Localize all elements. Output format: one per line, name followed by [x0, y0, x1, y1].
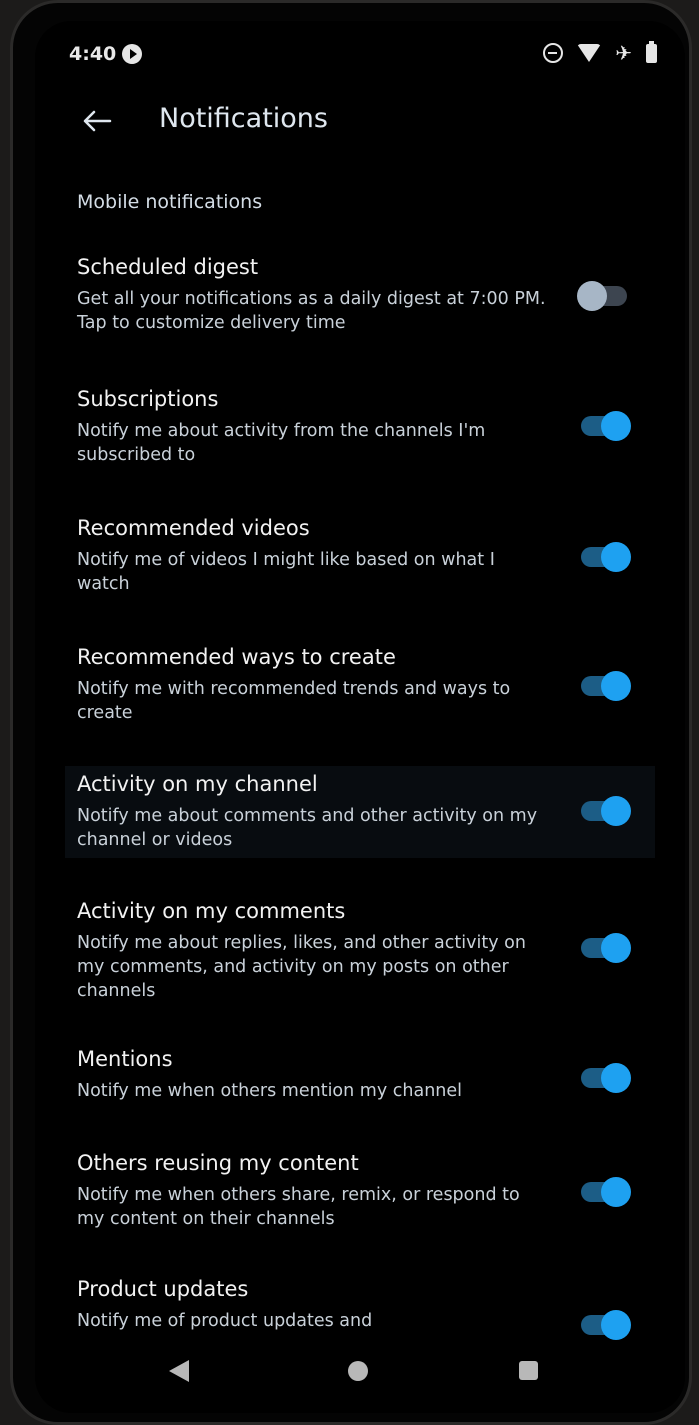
screen: 4:40 ✈ Notifications Mobile notification… — [35, 21, 685, 1413]
setting-description: Notify me of videos I might like based o… — [77, 550, 495, 594]
setting-title: Mentions — [77, 1047, 173, 1071]
play-notification-icon — [122, 44, 142, 64]
setting-recommended-ways-to-create[interactable]: Recommended ways to create Notify me wit… — [65, 639, 655, 731]
setting-product-updates[interactable]: Product updates Notify me of product upd… — [65, 1271, 655, 1341]
subscriptions-toggle[interactable] — [581, 411, 631, 441]
phone-frame: 4:40 ✈ Notifications Mobile notification… — [10, 0, 692, 1425]
setting-activity-on-my-channel[interactable]: Activity on my channel Notify me about c… — [65, 766, 655, 858]
toggle-knob — [577, 281, 607, 311]
setting-description: Notify me when others share, remix, or r… — [77, 1185, 520, 1229]
setting-title: Recommended ways to create — [77, 645, 396, 669]
nav-back-button[interactable] — [159, 1351, 199, 1391]
recommended-ways-to-create-toggle[interactable] — [581, 671, 631, 701]
back-button[interactable] — [75, 99, 119, 143]
status-bar: 4:40 ✈ — [35, 40, 685, 69]
product-updates-toggle[interactable] — [581, 1310, 631, 1340]
recommended-videos-toggle[interactable] — [581, 542, 631, 572]
arrow-back-icon — [83, 110, 112, 132]
toggle-knob — [601, 411, 631, 441]
setting-recommended-videos[interactable]: Recommended videos Notify me of videos I… — [65, 510, 655, 602]
setting-title: Recommended videos — [77, 516, 310, 540]
setting-description: Notify me about activity from the channe… — [77, 421, 486, 465]
scheduled-digest-toggle[interactable] — [577, 281, 627, 311]
setting-title: Activity on my channel — [77, 772, 318, 796]
mentions-toggle[interactable] — [581, 1063, 631, 1093]
system-nav-bar — [35, 1341, 685, 1401]
activity-on-my-channel-toggle[interactable] — [581, 796, 631, 826]
section-header: Mobile notifications — [77, 191, 263, 213]
airplane-mode-icon: ✈ — [615, 41, 632, 65]
activity-on-my-comments-toggle[interactable] — [581, 933, 631, 963]
others-reusing-my-content-toggle[interactable] — [581, 1177, 631, 1207]
setting-title: Activity on my comments — [77, 899, 346, 923]
setting-description: Get all your notifications as a daily di… — [77, 289, 546, 333]
toggle-knob — [601, 542, 631, 572]
toggle-knob — [601, 1063, 631, 1093]
app-bar: Notifications — [35, 91, 685, 151]
setting-description: Notify me with recommended trends and wa… — [77, 679, 511, 723]
setting-title: Product updates — [77, 1277, 249, 1301]
toggle-knob — [601, 933, 631, 963]
setting-description: Notify me when others mention my channel — [77, 1081, 462, 1101]
setting-subscriptions[interactable]: Subscriptions Notify me about activity f… — [65, 381, 655, 473]
setting-title: Others reusing my content — [77, 1151, 359, 1175]
do-not-disturb-icon — [543, 43, 564, 63]
toggle-knob — [601, 796, 631, 826]
setting-mentions[interactable]: Mentions Notify me when others mention m… — [65, 1041, 655, 1113]
battery-icon — [646, 40, 657, 63]
setting-description: Notify me about replies, likes, and othe… — [77, 933, 526, 1001]
setting-scheduled-digest[interactable]: Scheduled digest Get all your notificati… — [65, 249, 655, 345]
toggle-knob — [601, 671, 631, 701]
setting-others-reusing-my-content[interactable]: Others reusing my content Notify me when… — [65, 1145, 655, 1237]
setting-title: Subscriptions — [77, 387, 219, 411]
setting-activity-on-my-comments[interactable]: Activity on my comments Notify me about … — [65, 893, 655, 1001]
status-time: 4:40 — [69, 43, 117, 65]
toggle-knob — [601, 1177, 631, 1207]
status-icons: ✈ — [543, 40, 657, 65]
nav-home-button[interactable] — [338, 1351, 378, 1391]
wifi-icon — [577, 44, 602, 62]
setting-description: Notify me of product updates and — [77, 1311, 373, 1331]
page-title: Notifications — [159, 103, 328, 134]
toggle-knob — [601, 1310, 631, 1340]
setting-title: Scheduled digest — [77, 255, 259, 279]
setting-description: Notify me about comments and other activ… — [77, 806, 538, 850]
nav-recents-button[interactable] — [509, 1351, 549, 1391]
